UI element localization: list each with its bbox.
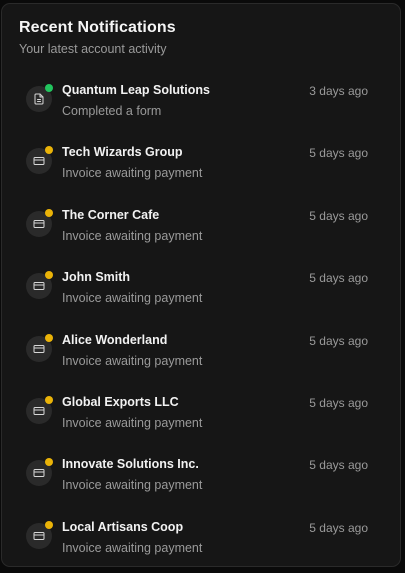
status-dot [45, 271, 53, 280]
notification-name: Quantum Leap Solutions [62, 83, 210, 97]
notification-avatar [26, 146, 53, 175]
notification-avatar [26, 84, 53, 112]
notification-description: Invoice awaiting payment [62, 228, 203, 243]
notification-description: Invoice awaiting payment [62, 166, 203, 181]
notification-description: Invoice awaiting payment [62, 416, 203, 430]
status-dot [45, 520, 53, 529]
status-dot [45, 396, 53, 404]
credit-card-icon [33, 280, 45, 292]
notification-avatar [26, 458, 53, 487]
credit-card-icon [33, 218, 45, 230]
notification-name: John Smith [62, 270, 131, 285]
notification-name: Global Exports LLC [62, 395, 179, 409]
notification-description: Invoice awaiting payment [62, 291, 203, 306]
status-dot [45, 84, 53, 92]
credit-card-icon [33, 530, 45, 542]
status-dot [45, 458, 53, 467]
notifications-card: Recent Notifications Your latest account… [1, 3, 401, 567]
notification-item[interactable]: Local Artisans Coop Invoice awaiting paym… [2, 520, 400, 570]
notification-name: Local Artisans Coop [62, 519, 184, 534]
notification-name: The Corner Cafe [62, 207, 160, 222]
notification-time: 3 days ago [309, 84, 368, 98]
notification-description: Invoice awaiting payment [62, 478, 203, 493]
status-dot [45, 146, 53, 155]
status-dot [45, 333, 53, 342]
notification-avatar [26, 396, 53, 424]
credit-card-icon [33, 467, 45, 479]
notification-time: 5 days ago [309, 271, 368, 286]
notification-list: Quantum Leap Solutions Completed a form 3 … [2, 4, 400, 566]
credit-card-icon [33, 405, 45, 417]
notification-description: Completed a form [62, 104, 162, 118]
document-icon [33, 93, 45, 105]
notification-avatar [26, 333, 53, 362]
notification-item[interactable]: Innovate Solutions Inc. Invoice awaiting … [2, 457, 400, 507]
notification-item[interactable]: Quantum Leap Solutions Completed a form 3 … [2, 83, 400, 133]
notification-time: 5 days ago [309, 396, 368, 410]
notification-avatar [26, 208, 53, 237]
notification-name: Alice Wonderland [62, 332, 168, 347]
notification-time: 5 days ago [309, 208, 368, 223]
notification-avatar [26, 520, 53, 549]
notification-item[interactable]: Alice Wonderland Invoice awaiting payment… [2, 333, 400, 383]
notification-item[interactable]: John Smith Invoice awaiting payment 5 days… [2, 270, 400, 320]
notification-description: Invoice awaiting payment [62, 353, 203, 368]
notification-time: 5 days ago [309, 458, 368, 473]
notification-item[interactable]: The Corner Cafe Invoice awaiting payment 5… [2, 208, 400, 258]
notification-item[interactable]: Tech Wizards Group Invoice awaiting payme… [2, 145, 400, 195]
notification-description: Invoice awaiting payment [62, 540, 203, 555]
notification-time: 5 days ago [309, 146, 368, 161]
notification-time: 5 days ago [309, 333, 368, 348]
notification-name: Innovate Solutions Inc. [62, 457, 199, 472]
notification-time: 5 days ago [309, 520, 368, 535]
status-dot [45, 208, 53, 217]
credit-card-icon [33, 155, 45, 167]
notification-item[interactable]: Global Exports LLC Invoice awaiting payme… [2, 395, 400, 445]
credit-card-icon [33, 343, 45, 355]
notification-avatar [26, 271, 53, 300]
notification-name: Tech Wizards Group [62, 145, 183, 160]
